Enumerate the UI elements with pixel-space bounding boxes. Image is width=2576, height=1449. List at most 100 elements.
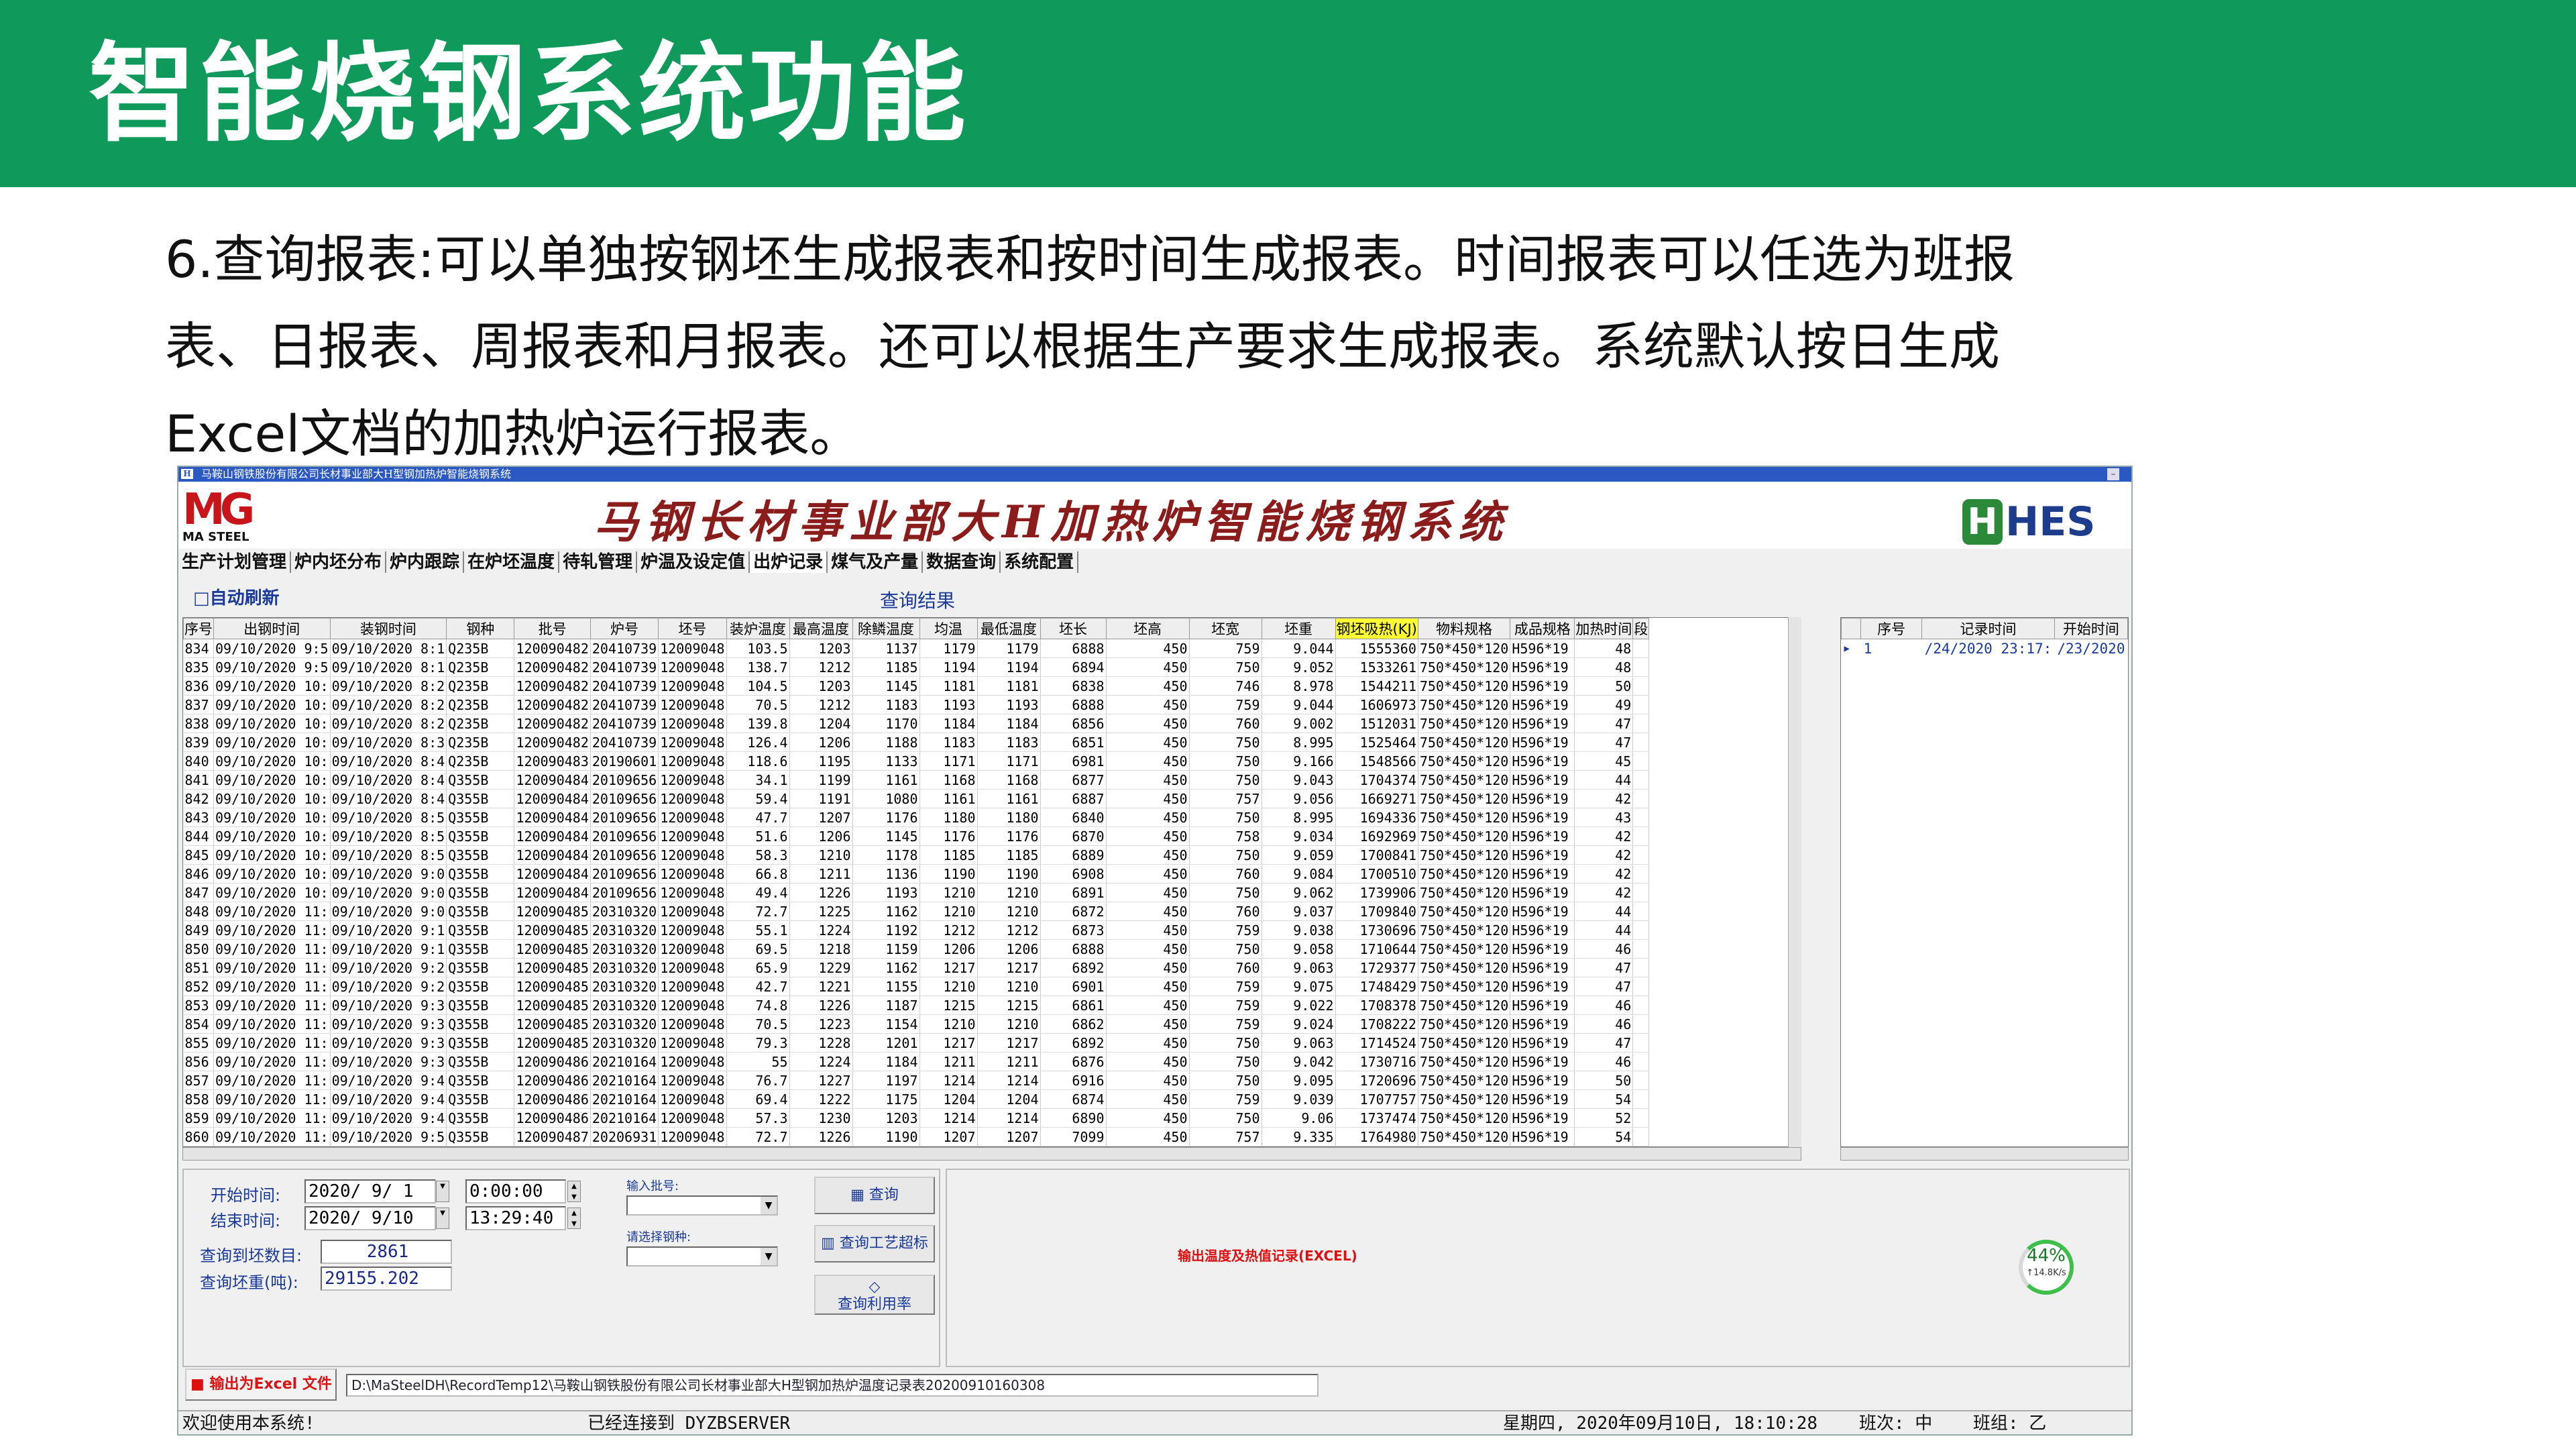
table-row[interactable]: 850 09/10/2020 11: 09/10/2020 9:1 Q355B 1200…: [183, 939, 1650, 959]
table-row[interactable]: 856 09/10/2020 11: 09/10/2020 9:3 Q355B 1200…: [183, 1052, 1650, 1071]
column-header[interactable]: 序号: [183, 618, 214, 639]
table-row[interactable]: 844 09/10/2020 10: 09/10/2020 8:5 Q355B 1200…: [183, 826, 1650, 846]
table-row[interactable]: 858 09/10/2020 11: 09/10/2020 9:4 Q355B 1200…: [183, 1089, 1650, 1109]
table-cell: 9.043: [1262, 770, 1336, 790]
table-row[interactable]: 835 09/10/2020 9:5 09/10/2020 8:1 Q235B 1200…: [183, 657, 1650, 677]
auto-refresh-checkbox[interactable]: □自动刷新: [193, 584, 280, 609]
table-row[interactable]: 839 09/10/2020 10: 09/10/2020 8:3 Q235B 1200…: [183, 733, 1650, 752]
table-row[interactable]: 836 09/10/2020 10: 09/10/2020 8:2 Q235B 1200…: [183, 676, 1650, 696]
table-row[interactable]: 849 09/10/2020 11: 09/10/2020 9:1 Q355B 1200…: [183, 920, 1650, 940]
record-list-scrollbar[interactable]: [1840, 1147, 2129, 1161]
end-date-dropdown-icon[interactable]: ▼: [436, 1208, 449, 1229]
table-row[interactable]: 851 09/10/2020 11: 09/10/2020 9:2 Q355B 1200…: [183, 958, 1650, 977]
column-header[interactable]: 坯重: [1261, 618, 1336, 639]
column-header[interactable]: 开始时间: [2054, 618, 2129, 639]
table-cell: 9.022: [1262, 996, 1336, 1015]
table-row[interactable]: 837 09/10/2020 10: 09/10/2020 8:2 Q235B 1200…: [183, 695, 1650, 714]
table-row[interactable]: 834 09/10/2020 9:5 09/10/2020 8:1 Q235B 1200…: [183, 639, 1650, 658]
table-cell: 750*450*120: [1418, 695, 1511, 714]
column-header[interactable]: 钢坯吸热(KJ): [1335, 618, 1418, 639]
menu-item[interactable]: 炉内坯分布: [291, 551, 387, 573]
column-header[interactable]: 装炉温度: [726, 618, 790, 639]
record-list-grid[interactable]: 序号 记录时间 开始时间 ▶ 1/24/2020 23:17: /23/2020: [1840, 617, 2129, 1147]
menu-item[interactable]: 炉温及设定值: [637, 551, 750, 573]
table-row[interactable]: 857 09/10/2020 11: 09/10/2020 9:4 Q355B 1200…: [183, 1071, 1650, 1090]
table-row[interactable]: 841 09/10/2020 10: 09/10/2020 8:4 Q355B 1200…: [183, 770, 1650, 790]
table-row[interactable]: 846 09/10/2020 10: 09/10/2020 9:0 Q355B 1200…: [183, 864, 1650, 883]
query-utilization-button[interactable]: ◇ 查询利用率: [814, 1275, 935, 1315]
table-cell: 1180: [919, 808, 978, 827]
query-process-button[interactable]: ▥ 查询工艺超标: [814, 1225, 935, 1263]
column-header[interactable]: 坯号: [658, 618, 727, 639]
column-header[interactable]: 批号: [514, 618, 591, 639]
column-header[interactable]: 加热时间: [1574, 618, 1634, 639]
grid-horizontal-scrollbar[interactable]: [182, 1147, 1801, 1161]
query-button[interactable]: ▦ 查询: [814, 1177, 935, 1214]
table-row[interactable]: 854 09/10/2020 11: 09/10/2020 9:3 Q355B 1200…: [183, 1014, 1650, 1034]
column-header[interactable]: 钢种: [446, 618, 515, 639]
start-time-spinner[interactable]: ▲ ▼: [567, 1181, 581, 1202]
start-date-picker[interactable]: 2020/ 9/ 1: [304, 1179, 436, 1203]
table-row[interactable]: 853 09/10/2020 11: 09/10/2020 9:3 Q355B 1200…: [183, 996, 1650, 1015]
records-grid[interactable]: 序号 出钢时间 装钢时间 钢种 批号 炉号 坯号 装炉温度 最高温度 除鳞温度 均温 最低温度 坯长 坯高…: [182, 617, 1801, 1147]
column-header[interactable]: 记录时间: [1921, 618, 2055, 639]
table-cell: Q355B: [446, 1014, 515, 1034]
table-cell: [1632, 864, 1650, 883]
title-banner: 智能烧钢系统功能: [0, 0, 2576, 187]
table-row[interactable]: 838 09/10/2020 10: 09/10/2020 8:2 Q235B 1200…: [183, 714, 1650, 733]
column-header[interactable]: 坯宽: [1188, 618, 1262, 639]
export-excel-button[interactable]: ■ 输出为Excel 文件: [185, 1368, 337, 1401]
table-cell: 1708378: [1335, 996, 1418, 1015]
column-header[interactable]: 均温: [919, 618, 978, 639]
menu-item[interactable]: 煤气及产量: [828, 551, 923, 573]
list-item[interactable]: ▶ 1/24/2020 23:17: /23/2020: [1842, 639, 2128, 658]
column-header[interactable]: 段: [1632, 618, 1650, 639]
output-path-field[interactable]: D:\MaSteelDH\RecordTemp12\马鞍山钢铁股份有限公司长材事…: [346, 1374, 1319, 1397]
table-row[interactable]: 859 09/10/2020 11: 09/10/2020 9:4 Q355B 1200…: [183, 1108, 1650, 1128]
menu-item[interactable]: 炉内跟踪: [386, 551, 465, 573]
end-time-spinner[interactable]: ▲ ▼: [567, 1208, 581, 1229]
column-header[interactable]: 最低温度: [976, 618, 1041, 639]
table-row[interactable]: 843 09/10/2020 10: 09/10/2020 8:5 Q355B 1200…: [183, 808, 1650, 827]
column-header[interactable]: 除鳞温度: [852, 618, 920, 639]
column-header[interactable]: 出钢时间: [213, 618, 331, 639]
column-header[interactable]: 序号: [1860, 618, 1923, 639]
table-cell: 120090482: [514, 733, 591, 752]
table-cell: Q355B: [446, 902, 515, 921]
column-header[interactable]: 坯长: [1040, 618, 1107, 639]
column-header[interactable]: 最高温度: [789, 618, 853, 639]
table-cell: 1224: [789, 1052, 853, 1071]
menu-item[interactable]: 出炉记录: [750, 551, 828, 573]
menu-item[interactable]: 在炉坯温度: [464, 551, 560, 573]
column-header[interactable]: 炉号: [590, 618, 659, 639]
table-row[interactable]: 860 09/10/2020 11: 09/10/2020 9:5 Q355B 1200…: [183, 1127, 1650, 1146]
table-row[interactable]: 840 09/10/2020 10: 09/10/2020 8:4 Q235B 1200…: [183, 751, 1650, 771]
table-row[interactable]: 855 09/10/2020 11: 09/10/2020 9:3 Q355B 1200…: [183, 1033, 1650, 1053]
menu-item[interactable]: 数据查询: [923, 551, 1001, 573]
table-cell: 1214: [919, 1071, 978, 1090]
grid-vertical-scrollbar[interactable]: [1788, 617, 1801, 1147]
end-time-field[interactable]: 13:29:40: [465, 1206, 566, 1230]
menu-item[interactable]: 待轧管理: [559, 551, 638, 573]
batch-combo[interactable]: ▼: [626, 1195, 778, 1216]
table-row[interactable]: 842 09/10/2020 10: 09/10/2020 8:4 Q355B 1200…: [183, 789, 1650, 808]
column-header[interactable]: 成品规格: [1510, 618, 1575, 639]
table-row[interactable]: 847 09/10/2020 10: 09/10/2020 9:0 Q355B 1200…: [183, 883, 1650, 902]
column-header[interactable]: 物料规格: [1417, 618, 1511, 639]
table-row[interactable]: 845 09/10/2020 10: 09/10/2020 8:5 Q355B 1200…: [183, 845, 1650, 865]
chevron-down-icon[interactable]: ▼: [761, 1197, 777, 1214]
minimize-icon[interactable]: –: [2107, 468, 2119, 480]
table-row[interactable]: 848 09/10/2020 11: 09/10/2020 9:0 Q355B 1200…: [183, 902, 1650, 921]
table-cell: 09/10/2020 8:4: [330, 770, 447, 790]
grade-combo[interactable]: ▼: [626, 1246, 778, 1267]
column-header[interactable]: 装钢时间: [329, 618, 447, 639]
menu-item[interactable]: 生产计划管理: [178, 551, 292, 573]
table-cell: 6838: [1040, 676, 1107, 696]
menu-item[interactable]: 系统配置: [1001, 551, 1079, 573]
start-date-dropdown-icon[interactable]: ▼: [436, 1181, 449, 1202]
table-row[interactable]: 852 09/10/2020 11: 09/10/2020 9:2 Q355B 1200…: [183, 977, 1650, 996]
chevron-down-icon[interactable]: ▼: [761, 1248, 777, 1265]
start-time-field[interactable]: 0:00:00: [465, 1179, 566, 1203]
end-date-picker[interactable]: 2020/ 9/10: [304, 1206, 436, 1230]
column-header[interactable]: 坯高: [1105, 618, 1190, 639]
